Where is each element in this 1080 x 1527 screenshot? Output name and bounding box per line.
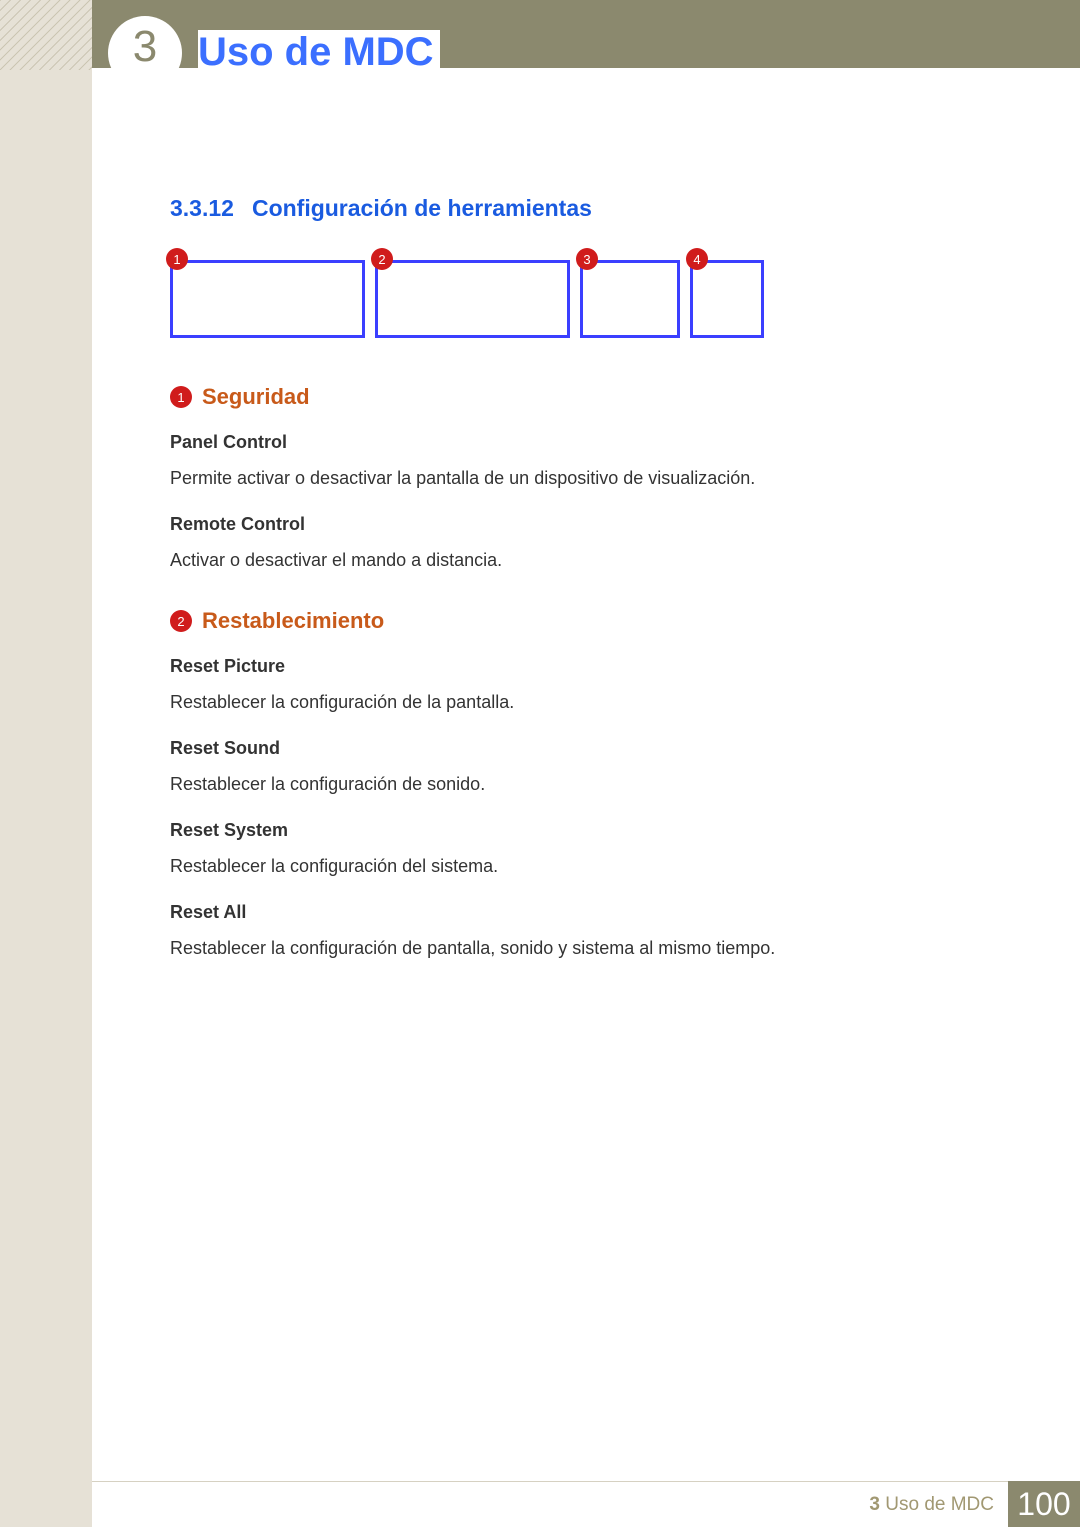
callout-4: 4	[690, 260, 764, 338]
callout-box-1	[170, 260, 365, 338]
item-desc: Permite activar o desactivar la pantalla…	[170, 465, 970, 492]
group-num-1: 1	[170, 386, 192, 408]
section-heading: 3.3.12 Configuración de herramientas	[170, 195, 970, 222]
section-title: Configuración de herramientas	[252, 195, 592, 221]
callout-2: 2	[375, 260, 570, 338]
callout-box-3	[580, 260, 680, 338]
toolbar-callout-row: 1 2 3 4	[170, 260, 970, 338]
item-title: Panel Control	[170, 432, 970, 453]
callout-box-2	[375, 260, 570, 338]
callout-num-4: 4	[686, 248, 708, 270]
callout-1: 1	[170, 260, 365, 338]
item-title: Reset System	[170, 820, 970, 841]
item-title: Reset All	[170, 902, 970, 923]
callout-num-2: 2	[371, 248, 393, 270]
group-heading-restablecimiento: 2 Restablecimiento	[170, 608, 970, 634]
callout-num-3: 3	[576, 248, 598, 270]
item-desc: Restablecer la configuración del sistema…	[170, 853, 970, 880]
item-title: Remote Control	[170, 514, 970, 535]
footer-chapter-num: 3	[869, 1494, 880, 1515]
callout-3: 3	[580, 260, 680, 338]
group-heading-seguridad: 1 Seguridad	[170, 384, 970, 410]
footer-text: 3 Uso de MDC	[869, 1494, 994, 1516]
page-footer: 3 Uso de MDC 100	[92, 1481, 1080, 1527]
footer-chapter-title: Uso de MDC	[885, 1494, 994, 1515]
content-area: 3.3.12 Configuración de herramientas 1 2 …	[170, 195, 970, 972]
item-desc: Restablecer la configuración de la panta…	[170, 689, 970, 716]
group-title-2: Restablecimiento	[202, 608, 384, 634]
item-desc: Restablecer la configuración de sonido.	[170, 771, 970, 798]
group-title-1: Seguridad	[202, 384, 310, 410]
chapter-number-badge: 3	[108, 16, 182, 90]
hatch-decoration	[0, 0, 92, 70]
left-margin-stripe	[0, 0, 92, 1527]
page-number: 100	[1008, 1481, 1080, 1527]
item-desc: Activar o desactivar el mando a distanci…	[170, 547, 970, 574]
section-number: 3.3.12	[170, 195, 234, 221]
callout-num-1: 1	[166, 248, 188, 270]
item-desc: Restablecer la configuración de pantalla…	[170, 935, 970, 962]
footer-line: 3 Uso de MDC	[92, 1481, 1008, 1527]
callout-box-4	[690, 260, 764, 338]
group-num-2: 2	[170, 610, 192, 632]
item-title: Reset Sound	[170, 738, 970, 759]
chapter-title: Uso de MDC	[198, 30, 440, 81]
item-title: Reset Picture	[170, 656, 970, 677]
